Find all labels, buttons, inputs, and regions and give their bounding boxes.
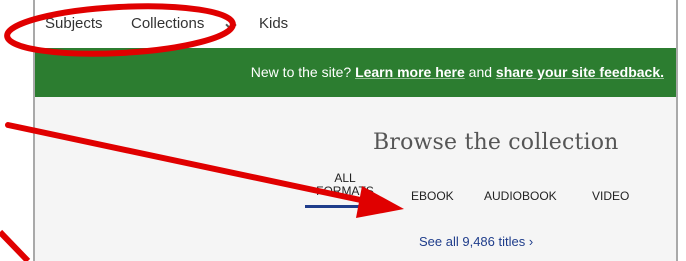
- tab-ebook[interactable]: EBOOK: [411, 189, 454, 203]
- see-all-titles-link[interactable]: See all 9,486 titles ›: [419, 234, 533, 249]
- learn-more-link[interactable]: Learn more here: [355, 64, 465, 80]
- chevron-down-icon[interactable]: [225, 19, 237, 31]
- nav-collections[interactable]: Collections: [131, 15, 204, 32]
- page-frame: Subjects Collections Kids New to the sit…: [33, 0, 678, 261]
- banner-middle: and: [464, 64, 496, 80]
- nav-kids[interactable]: Kids: [259, 15, 288, 32]
- tab-video[interactable]: VIDEO: [592, 189, 629, 203]
- top-navigation: Subjects Collections Kids: [35, 0, 676, 48]
- feedback-link[interactable]: share your site feedback.: [496, 64, 664, 80]
- info-banner: New to the site? Learn more here and sha…: [35, 48, 676, 97]
- annotation-arrow-line-lower: [0, 229, 31, 261]
- banner-text: New to the site? Learn more here and sha…: [251, 64, 664, 80]
- browse-panel: Browse the collection ALL FORMATS EBOOK …: [35, 97, 676, 261]
- browse-title: Browse the collection: [373, 130, 619, 155]
- active-tab-indicator: [305, 205, 381, 208]
- nav-subjects[interactable]: Subjects: [45, 15, 103, 32]
- tab-all-formats[interactable]: ALL FORMATS: [305, 172, 385, 198]
- banner-prefix: New to the site?: [250, 64, 356, 80]
- tab-all-formats-line2: FORMATS: [316, 184, 374, 198]
- tab-audiobook[interactable]: AUDIOBOOK: [484, 189, 557, 203]
